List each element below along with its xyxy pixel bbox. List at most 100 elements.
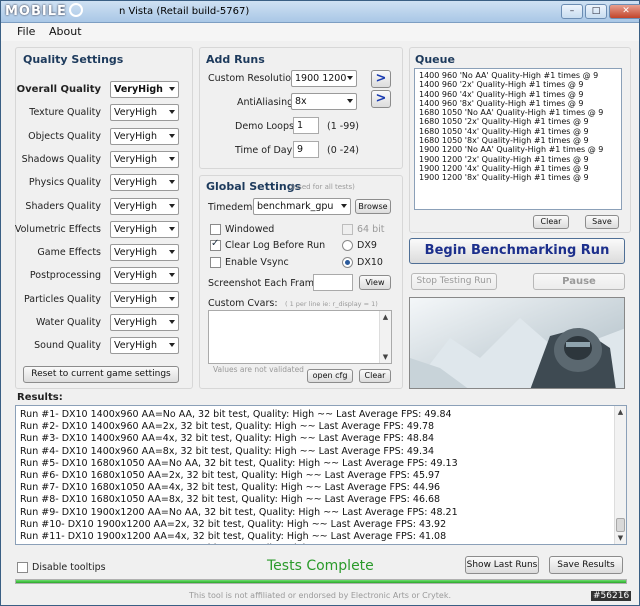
results-scrollbar[interactable]: ▲ ▼ — [614, 406, 626, 544]
queue-item[interactable]: 1680 1050 'No AA' Quality-High #1 times … — [415, 108, 621, 117]
chevron-down-icon — [169, 156, 175, 161]
add-runs-title: Add Runs — [206, 53, 265, 66]
results-title: Results: — [17, 392, 63, 403]
queue-clear-button[interactable]: Clear — [533, 215, 569, 229]
queue-item[interactable]: 1400 960 '2x' Quality-High #1 times @ 9 — [415, 80, 621, 89]
queue-item[interactable]: 1680 1050 '2x' Quality-High #1 times @ 9 — [415, 117, 621, 126]
scroll-down-icon[interactable]: ▼ — [615, 532, 626, 544]
queue-item[interactable]: 1900 1200 '4x' Quality-High #1 times @ 9 — [415, 164, 621, 173]
queue-list[interactable]: 1400 960 'No AA' Quality-High #1 times @… — [414, 68, 622, 210]
quality-select-value: VeryHigh — [114, 293, 157, 305]
disclaimer-text: This tool is not affiliated or endorsed … — [189, 591, 452, 600]
dx9-label: DX9 — [357, 240, 377, 251]
quality-select[interactable]: VeryHigh — [110, 244, 179, 262]
save-results-button[interactable]: Save Results — [549, 556, 623, 574]
quality-select[interactable]: VeryHigh — [110, 197, 179, 215]
demo-loops-range: (1 -99) — [327, 121, 359, 132]
quality-select-value: VeryHigh — [114, 247, 157, 259]
quality-select[interactable]: VeryHigh — [110, 290, 179, 308]
custom-cvars-textarea[interactable]: ▲ ▼ — [208, 310, 392, 364]
quality-select[interactable]: VeryHigh — [110, 104, 179, 122]
screenshot-label: Screenshot Each Frame — [208, 278, 320, 289]
time-of-day-range: (0 -24) — [327, 145, 359, 156]
scroll-up-icon[interactable]: ▲ — [380, 311, 391, 323]
quality-select[interactable]: VeryHigh — [110, 150, 179, 168]
show-last-runs-button[interactable]: Show Last Runs — [465, 556, 539, 574]
quality-select[interactable]: VeryHigh — [110, 127, 179, 145]
progress-bar — [15, 579, 627, 584]
antialiasing-select[interactable]: 8x — [291, 93, 357, 110]
status-text: Tests Complete — [267, 558, 374, 574]
queue-item[interactable]: 1400 960 'No AA' Quality-High #1 times @… — [415, 71, 621, 80]
minimize-button[interactable]: – — [561, 4, 583, 19]
maximize-button[interactable]: □ — [585, 4, 607, 19]
quality-select-value: VeryHigh — [114, 340, 157, 352]
chevron-down-icon — [169, 203, 175, 208]
queue-item[interactable]: 1900 1200 'No AA' Quality-High #1 times … — [415, 145, 621, 154]
64bit-checkbox[interactable] — [342, 224, 353, 235]
open-cfg-button[interactable]: open cfg — [307, 369, 353, 383]
quality-select[interactable]: VeryHigh — [110, 81, 179, 98]
resolution-select[interactable]: 1900 1200 — [291, 70, 357, 87]
browse-button[interactable]: Browse — [355, 199, 391, 214]
chevron-down-icon — [347, 99, 353, 103]
cvars-scrollbar[interactable]: ▲ ▼ — [379, 311, 391, 363]
app-window: MOBILE n Vista (Retail build-5767) – □ ✕… — [0, 0, 640, 606]
chevron-down-icon — [169, 296, 175, 301]
quality-select[interactable]: VeryHigh — [110, 174, 179, 192]
queue-item[interactable]: 1400 960 '8x' Quality-High #1 times @ 9 — [415, 99, 621, 108]
dx10-radio[interactable] — [342, 257, 353, 268]
queue-item[interactable]: 1900 1200 '2x' Quality-High #1 times @ 9 — [415, 155, 621, 164]
pause-button[interactable]: Pause — [533, 273, 625, 290]
result-row: Run #5- DX10 1680x1050 AA=No AA, 32 bit … — [20, 457, 458, 469]
quality-select-value: VeryHigh — [114, 223, 157, 235]
add-all-runs-button[interactable]: > — [371, 90, 391, 108]
queue-item[interactable]: 1680 1050 '4x' Quality-High #1 times @ 9 — [415, 127, 621, 136]
time-of-day-input[interactable]: 9 — [293, 141, 319, 158]
disable-tooltips-checkbox[interactable] — [17, 562, 28, 573]
queue-item[interactable]: 1900 1200 '8x' Quality-High #1 times @ 9 — [415, 173, 621, 182]
menu-about[interactable]: About — [49, 25, 82, 38]
chevron-down-icon — [169, 250, 175, 255]
results-items: Run #1- DX10 1400x960 AA=No AA, 32 bit t… — [16, 406, 626, 544]
clear-cvars-button[interactable]: Clear — [359, 369, 391, 383]
quality-select[interactable]: VeryHigh — [110, 220, 179, 238]
queue-item[interactable]: 1680 1050 '8x' Quality-High #1 times @ 9 — [415, 136, 621, 145]
results-list[interactable]: Run #1- DX10 1400x960 AA=No AA, 32 bit t… — [15, 405, 627, 545]
scroll-up-icon[interactable]: ▲ — [615, 406, 626, 418]
vsync-checkbox[interactable] — [210, 257, 221, 268]
title-bar[interactable]: MOBILE n Vista (Retail build-5767) – □ ✕ — [1, 1, 640, 23]
quality-label: Overall Quality — [16, 84, 101, 95]
add-run-button[interactable]: > — [371, 70, 391, 88]
view-button[interactable]: View — [359, 275, 391, 290]
quality-select[interactable]: VeryHigh — [110, 314, 179, 331]
close-button[interactable]: ✕ — [609, 4, 640, 19]
queue-save-button[interactable]: Save — [585, 215, 619, 229]
clear-log-checkbox[interactable] — [210, 238, 221, 251]
screenshot-frame-input[interactable] — [313, 274, 353, 291]
quality-select-value: VeryHigh — [114, 200, 157, 212]
chevron-down-icon — [169, 343, 175, 348]
menu-file[interactable]: File — [17, 25, 35, 38]
timedemo-select[interactable]: benchmark_gpu — [253, 198, 351, 215]
begin-benchmark-button[interactable]: Begin Benchmarking Run — [409, 238, 625, 264]
quality-select[interactable]: VeryHigh — [110, 337, 179, 355]
menu-bar: File About — [1, 23, 639, 41]
result-row: Run #6- DX10 1680x1050 AA=2x, 32 bit tes… — [20, 470, 441, 482]
quality-select[interactable]: VeryHigh — [110, 267, 179, 285]
scroll-down-icon[interactable]: ▼ — [380, 351, 391, 363]
stop-testing-button[interactable]: Stop Testing Run — [411, 273, 497, 290]
quality-label: Texture Quality — [29, 107, 101, 119]
result-row: Run #2- DX10 1400x960 AA=2x, 32 bit test… — [20, 421, 435, 433]
queue-item[interactable]: 1400 960 '4x' Quality-High #1 times @ 9 — [415, 90, 621, 99]
demo-loops-input[interactable]: 1 — [293, 117, 319, 134]
quality-select-value: VeryHigh — [114, 130, 157, 142]
chevron-down-icon — [169, 180, 175, 185]
windowed-label: Windowed — [225, 224, 275, 235]
scroll-thumb[interactable] — [616, 518, 625, 532]
global-settings-title: Global Settings — [206, 180, 302, 193]
reset-settings-button[interactable]: Reset to current game settings — [23, 366, 179, 383]
windowed-checkbox[interactable] — [210, 224, 221, 235]
dx9-radio[interactable] — [342, 240, 353, 251]
chevron-down-icon — [169, 320, 175, 324]
